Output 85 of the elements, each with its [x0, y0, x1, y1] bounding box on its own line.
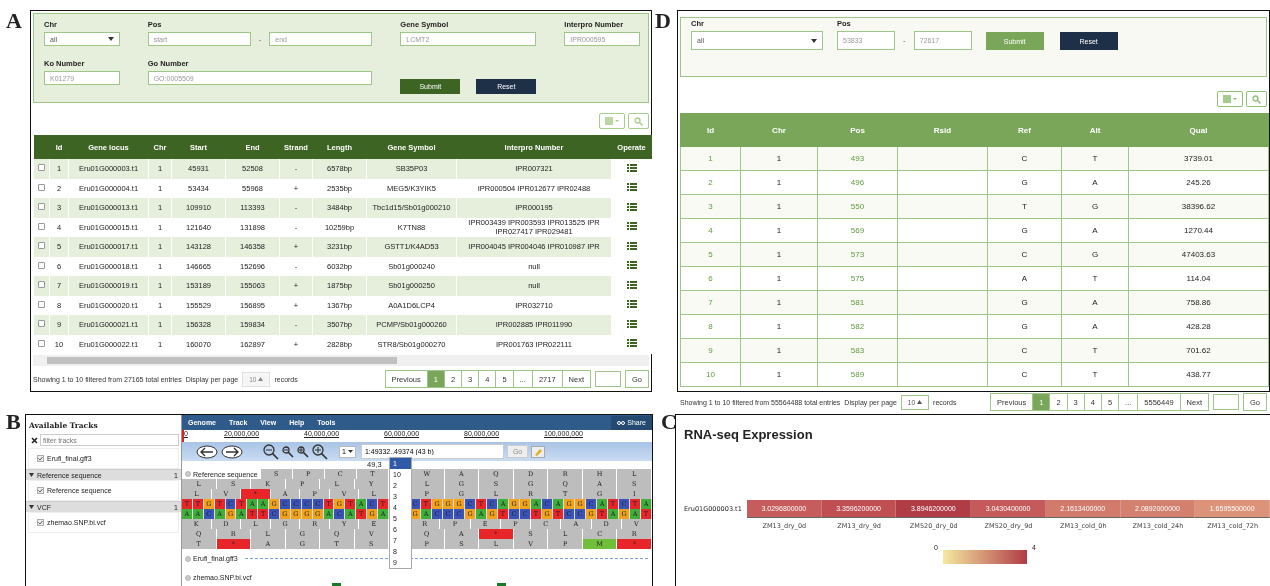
horizontal-scrollbar[interactable] [33, 355, 649, 366]
panel-letter: C [660, 411, 675, 433]
list-icon[interactable] [626, 261, 637, 270]
table-cell: 245.26 [1128, 170, 1269, 195]
table-link[interactable]: 9 [680, 338, 741, 363]
zoom-in-icon[interactable] [312, 443, 328, 460]
list-icon[interactable] [626, 300, 637, 309]
caret-icon [258, 377, 264, 381]
row-checkbox[interactable] [38, 339, 45, 347]
table-cell: 1270.44 [1128, 218, 1269, 243]
close-icon[interactable] [185, 471, 191, 477]
table-link[interactable]: 8 [680, 314, 741, 339]
checkmark-icon [38, 488, 43, 493]
checkmark-icon [38, 456, 43, 461]
close-icon[interactable] [185, 574, 191, 581]
list-icon[interactable] [626, 319, 637, 328]
list-icon[interactable] [626, 280, 637, 289]
row-checkbox[interactable] [38, 300, 45, 308]
page-input[interactable] [595, 371, 621, 387]
row-checkbox[interactable] [38, 203, 45, 211]
columns-icon [605, 117, 619, 125]
expand-triangle-icon[interactable] [29, 505, 34, 509]
table-cell: 428.28 [1128, 314, 1269, 339]
columns-icon [1223, 95, 1237, 103]
list-icon[interactable] [626, 241, 637, 250]
column-header: Ref [987, 113, 1062, 147]
table-cell: 701.62 [1128, 338, 1269, 363]
table-link[interactable]: 2 [680, 170, 741, 195]
row-checkbox[interactable] [38, 281, 45, 289]
table-link[interactable]: 10 [680, 362, 741, 387]
table-cell: 38396.62 [1128, 194, 1269, 219]
column-header: Id [680, 113, 741, 147]
row-checkbox[interactable] [38, 164, 45, 172]
chart-title: RNA-seq Expression [684, 427, 814, 442]
table-cell: 47403.63 [1128, 242, 1269, 267]
clear-icon[interactable] [31, 436, 38, 444]
panel-letter: D [655, 10, 672, 32]
zoom-out-icon[interactable] [263, 443, 279, 460]
search-icon [1252, 94, 1261, 104]
table-link[interactable]: 7 [680, 290, 741, 315]
caret-icon [107, 37, 114, 41]
table-cell: 438.77 [1128, 362, 1269, 387]
range-separator: - [903, 36, 906, 45]
column-header: Rsid [897, 113, 988, 147]
column-header: Qual [1128, 113, 1269, 147]
checkbox[interactable] [37, 455, 44, 462]
caret-icon [811, 38, 817, 43]
highlighter-icon[interactable] [531, 445, 546, 458]
table-cell: 114.04 [1128, 266, 1269, 291]
search-icon [634, 116, 643, 126]
panel-letter: B [5, 411, 22, 433]
list-icon[interactable] [626, 163, 637, 172]
search-button[interactable] [1246, 91, 1267, 107]
panel-letter: A [5, 10, 23, 32]
expand-triangle-icon[interactable] [29, 473, 34, 477]
search-button[interactable] [628, 113, 649, 129]
caret-icon [347, 450, 353, 453]
column-header: Pos [817, 113, 898, 147]
zoom-in-icon[interactable] [297, 445, 309, 458]
zoom-out-icon[interactable] [282, 445, 294, 458]
page-input[interactable] [1213, 394, 1239, 410]
caret-icon [917, 400, 923, 404]
row-checkbox[interactable] [38, 261, 45, 269]
checkbox[interactable] [37, 487, 44, 494]
table-link[interactable]: 6 [680, 266, 741, 291]
checkbox[interactable] [37, 519, 44, 526]
range-separator: - [258, 34, 262, 44]
list-icon[interactable] [626, 202, 637, 211]
columns-button[interactable] [1217, 91, 1243, 107]
column-header: Chr [740, 113, 818, 147]
checkmark-icon [38, 520, 43, 525]
close-icon[interactable] [185, 555, 191, 562]
row-checkbox[interactable] [38, 242, 45, 250]
list-icon[interactable] [626, 183, 637, 192]
row-checkbox[interactable] [38, 183, 45, 191]
table-cell: 3739.01 [1128, 146, 1269, 171]
table-cell: 758.86 [1128, 290, 1269, 315]
column-header: Alt [1061, 113, 1129, 147]
list-icon[interactable] [626, 339, 637, 348]
link-icon [617, 420, 626, 425]
row-checkbox[interactable] [38, 222, 45, 230]
table-link[interactable]: 4 [680, 218, 741, 243]
list-icon[interactable] [626, 222, 637, 231]
row-checkbox[interactable] [38, 320, 45, 328]
columns-button[interactable] [599, 113, 625, 129]
